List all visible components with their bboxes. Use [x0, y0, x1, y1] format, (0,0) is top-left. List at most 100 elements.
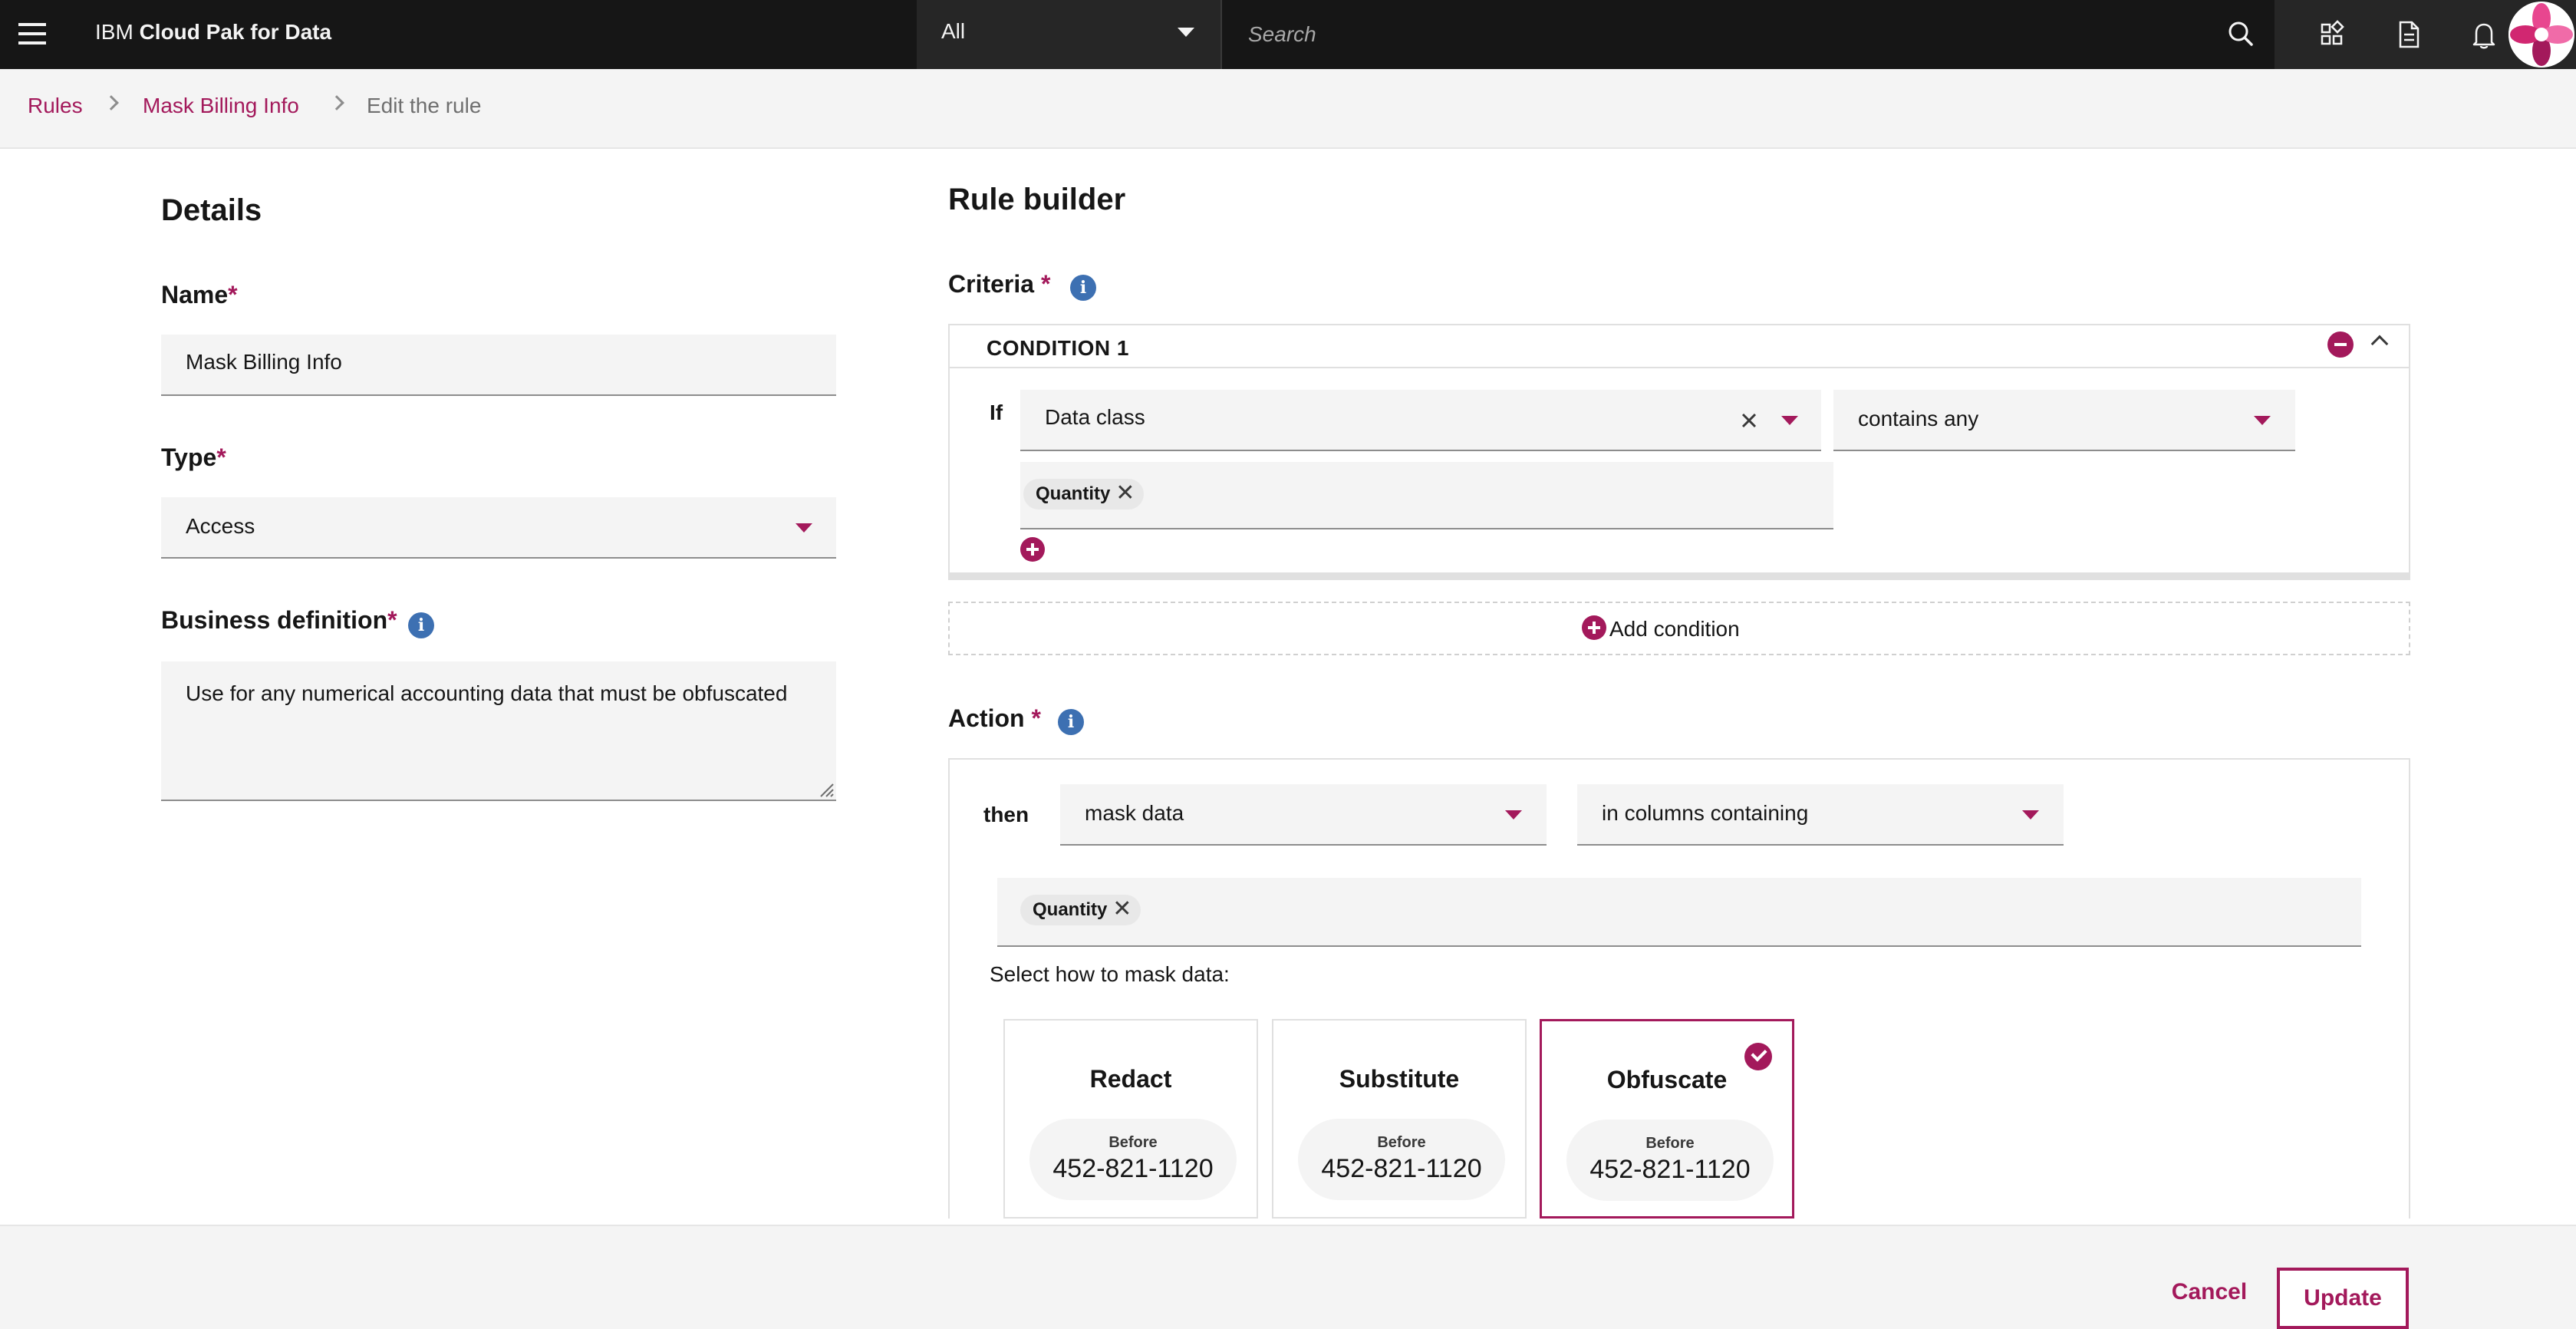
name-field[interactable]: Mask Billing Info — [161, 335, 836, 396]
operator-value: contains any — [1858, 407, 1979, 430]
example-value: 452-821-1120 — [1052, 1154, 1214, 1183]
resize-handle-icon[interactable] — [818, 781, 835, 798]
business-definition-label: Business definition* — [161, 606, 397, 635]
if-label: If — [990, 401, 1003, 424]
before-label: Before — [1377, 1134, 1426, 1151]
action-label: Action * — [948, 704, 1041, 733]
remove-tag-icon[interactable]: ✕ — [1115, 479, 1135, 508]
search-scope-value: All — [941, 19, 966, 43]
details-heading: Details — [161, 193, 262, 227]
update-button[interactable]: Update — [2277, 1268, 2409, 1329]
mask-option-redact[interactable]: Redact Before 452-821-1120 — [1003, 1019, 1258, 1219]
chevron-down-icon — [1505, 810, 1522, 819]
required-mark: * — [1040, 270, 1051, 298]
mask-option-title: Redact — [1089, 1065, 1172, 1093]
business-definition-value: Use for any numerical accounting data th… — [186, 681, 788, 705]
name-label: Name* — [161, 281, 238, 309]
before-label: Before — [1108, 1134, 1158, 1151]
mask-example: Before 452-821-1120 — [1566, 1120, 1774, 1201]
required-mark: * — [228, 281, 238, 308]
type-select[interactable]: Access — [161, 497, 836, 559]
action-footer: Cancel Update — [0, 1225, 2576, 1329]
action-value: mask data — [1085, 801, 1184, 825]
mask-method-prompt: Select how to mask data: — [990, 962, 1230, 986]
mask-option-title: Substitute — [1339, 1065, 1460, 1093]
info-icon[interactable]: i — [1058, 709, 1084, 735]
mask-option-obfuscate[interactable]: Obfuscate Before 452-821-1120 — [1540, 1019, 1794, 1219]
criteria-label-text: Criteria — [948, 270, 1035, 298]
add-condition-label: Add condition — [1609, 617, 1740, 641]
brand-name: Cloud Pak for Data — [139, 20, 332, 44]
type-label-text: Type — [161, 444, 217, 471]
global-search — [1224, 0, 2275, 69]
remove-condition-icon[interactable] — [2327, 331, 2354, 358]
condition-header[interactable]: CONDITION 1 — [950, 325, 2409, 368]
cancel-button[interactable]: Cancel — [2163, 1269, 2255, 1315]
condition-title: CONDITION 1 — [987, 336, 1129, 360]
business-definition-textarea[interactable]: Use for any numerical accounting data th… — [161, 661, 836, 801]
brand-prefix: IBM — [95, 20, 133, 44]
product-name[interactable]: IBM Cloud Pak for Data — [95, 17, 331, 48]
chevron-down-icon — [2022, 810, 2039, 819]
mask-option-substitute[interactable]: Substitute Before 452-821-1120 — [1272, 1019, 1527, 1219]
user-avatar-icon — [2508, 2, 2574, 68]
document-icon[interactable] — [2388, 14, 2429, 55]
condition-card: CONDITION 1 — [948, 324, 2410, 580]
action-tag[interactable]: Quantity ✕ — [1020, 895, 1141, 925]
required-mark: * — [216, 444, 226, 471]
notification-icon[interactable] — [2463, 14, 2505, 55]
info-icon[interactable]: i — [408, 612, 434, 638]
chevron-down-icon — [1781, 416, 1798, 425]
property-value: Data class — [1045, 405, 1145, 429]
chevron-down-icon — [1178, 28, 1194, 37]
business-label-text: Business definition — [161, 606, 388, 634]
breadcrumb-mask-billing-info[interactable]: Mask Billing Info — [143, 91, 299, 121]
mask-option-title: Obfuscate — [1606, 1066, 1728, 1093]
action-tag-label: Quantity — [1033, 899, 1108, 920]
add-condition-button[interactable]: Add condition — [948, 602, 2410, 655]
criteria-tag-label: Quantity — [1036, 483, 1111, 504]
top-navigation-bar: IBM Cloud Pak for Data All — [0, 0, 2576, 69]
chevron-down-icon — [796, 523, 812, 533]
action-values-multiselect[interactable]: Quantity ✕ — [997, 878, 2361, 947]
rule-builder-heading: Rule builder — [948, 183, 1126, 216]
condition-footer — [950, 572, 2409, 579]
mask-example: Before 452-821-1120 — [1298, 1119, 1505, 1200]
then-label: then — [983, 803, 1029, 826]
info-icon[interactable]: i — [1070, 275, 1096, 301]
type-label: Type* — [161, 444, 226, 472]
add-value-icon[interactable] — [1020, 537, 1045, 562]
chevron-down-icon — [2254, 416, 2271, 425]
name-label-text: Name — [161, 281, 229, 308]
chevron-up-icon[interactable] — [2370, 335, 2389, 353]
clear-icon[interactable] — [1738, 410, 1760, 431]
example-value: 452-821-1120 — [1589, 1155, 1751, 1184]
search-icon[interactable] — [2224, 17, 2259, 52]
mask-example: Before 452-821-1120 — [1029, 1119, 1237, 1200]
criteria-tag[interactable]: Quantity ✕ — [1023, 479, 1145, 510]
add-icon — [1582, 615, 1606, 640]
operator-select[interactable]: contains any — [1833, 390, 2295, 451]
type-value: Access — [186, 514, 255, 538]
required-mark: * — [387, 606, 397, 634]
example-value: 452-821-1120 — [1321, 1154, 1482, 1183]
menu-icon[interactable] — [14, 15, 52, 54]
remove-tag-icon[interactable]: ✕ — [1112, 895, 1132, 924]
breadcrumb-rules[interactable]: Rules — [28, 91, 83, 121]
chevron-right-icon — [104, 95, 119, 110]
catalog-icon[interactable] — [2311, 14, 2353, 55]
avatar[interactable] — [2508, 2, 2574, 68]
action-scope-value: in columns containing — [1602, 801, 1809, 825]
breadcrumb-current: Edit the rule — [367, 94, 482, 117]
criteria-values-multiselect[interactable]: Quantity ✕ — [1020, 462, 1833, 529]
name-value: Mask Billing Info — [186, 350, 342, 374]
action-select[interactable]: mask data — [1060, 784, 1547, 846]
action-label-text: Action — [948, 704, 1025, 732]
breadcrumb: Rules Mask Billing Info Edit the rule — [0, 69, 2576, 149]
required-mark: * — [1031, 704, 1041, 732]
property-select[interactable]: Data class — [1020, 390, 1821, 451]
before-label: Before — [1645, 1135, 1695, 1152]
search-input[interactable] — [1248, 15, 2153, 54]
action-scope-select[interactable]: in columns containing — [1577, 784, 2064, 846]
search-scope-dropdown[interactable]: All — [917, 0, 1222, 69]
